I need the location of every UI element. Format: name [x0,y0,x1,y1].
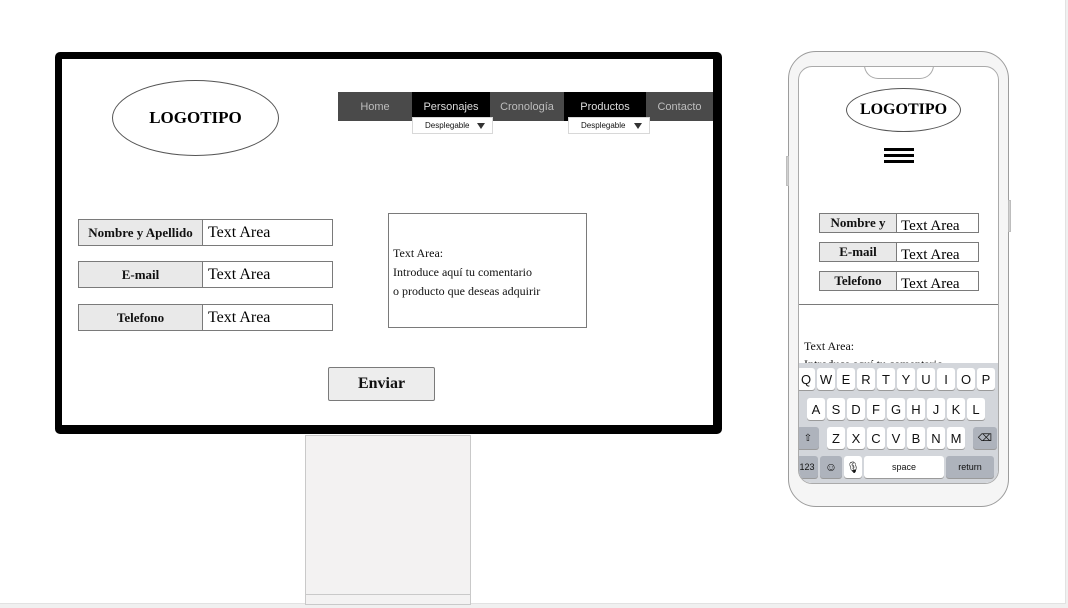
desktop-screen: LOGOTIPO Home Personajes Cronología Prod… [62,59,713,425]
key[interactable]: V [887,427,905,449]
phone-side-button [1008,200,1011,232]
mobile-screen: LOGOTIPO Nombre y Text Area E-mail Text … [798,66,999,484]
productos-dropdown[interactable]: Desplegable [568,117,650,134]
key[interactable]: H [907,398,925,420]
key[interactable]: Y [897,368,915,390]
keyboard-row: Q W E R T Y U I O P [799,368,997,390]
key[interactable]: A [807,398,825,420]
desktop-nav-bar: Home Personajes Cronología Productos Con… [338,92,713,121]
emoji-icon[interactable]: ☺ [820,456,842,478]
monitor-stand [305,435,471,605]
key[interactable]: D [847,398,865,420]
hamburger-menu-icon[interactable] [884,148,914,164]
comment-line: Text Area: [804,339,855,353]
comment-textarea[interactable]: Text Area: Introduce aquí tu comentario … [388,213,587,328]
key[interactable]: J [927,398,945,420]
personajes-dropdown[interactable]: Desplegable [412,117,493,134]
mobile-name-field[interactable]: Text Area [896,213,979,233]
key[interactable]: K [947,398,965,420]
key[interactable]: Z [827,427,845,449]
comment-line: Text Area: [393,246,444,260]
key[interactable]: C [867,427,885,449]
key[interactable]: P [977,368,995,390]
on-screen-keyboard: Q W E R T Y U I O P A S D F G H J K L ⇧ … [799,363,998,483]
mobile-email-field[interactable]: Text Area [896,242,979,262]
key[interactable]: N [927,427,945,449]
mobile-logo: LOGOTIPO [846,88,961,132]
dropdown-label: Desplegable [581,121,626,130]
key[interactable]: W [817,368,835,390]
name-field[interactable]: Text Area [202,219,333,246]
mockup-canvas: LOGOTIPO Home Personajes Cronología Prod… [0,0,1066,605]
key[interactable]: I [937,368,955,390]
submit-button[interactable]: Enviar [328,367,435,401]
phone-side-button [786,156,789,186]
name-label: Nombre y Apellido [78,219,203,246]
desktop-monitor: LOGOTIPO Home Personajes Cronología Prod… [55,52,722,434]
desktop-logo: LOGOTIPO [112,80,279,156]
return-key[interactable]: return [946,456,994,478]
mobile-phone: LOGOTIPO Nombre y Text Area E-mail Text … [786,51,1011,507]
key[interactable]: E [837,368,855,390]
numbers-key[interactable]: 123 [799,456,818,478]
mobile-phone-label: Telefono [819,271,897,291]
space-key[interactable]: space [864,456,944,478]
key[interactable]: L [967,398,985,420]
keyboard-row: ⇧ Z X C V B N M ⌫ [799,427,998,449]
key[interactable]: F [867,398,885,420]
nav-cronologia[interactable]: Cronología [490,92,564,121]
backspace-icon[interactable]: ⌫ [973,427,997,449]
phone-notch [864,67,934,79]
nav-contacto[interactable]: Contacto [646,92,713,121]
key[interactable]: T [877,368,895,390]
key[interactable]: S [827,398,845,420]
microphone-icon[interactable]: 🎙 [844,456,862,478]
mobile-phone-field[interactable]: Text Area [896,271,979,291]
email-field[interactable]: Text Area [202,261,333,288]
mobile-name-label: Nombre y [819,213,897,233]
mobile-email-label: E-mail [819,242,897,262]
shift-icon[interactable]: ⇧ [799,427,819,449]
monitor-stand-base [306,594,470,604]
phone-field[interactable]: Text Area [202,304,333,331]
comment-line: Introduce aquí tu comentario [393,265,532,279]
key[interactable]: G [887,398,905,420]
key[interactable]: Q [799,368,815,390]
key[interactable]: X [847,427,865,449]
key[interactable]: O [957,368,975,390]
key[interactable]: U [917,368,935,390]
nav-home[interactable]: Home [338,92,412,121]
key[interactable]: R [857,368,875,390]
email-label: E-mail [78,261,203,288]
keyboard-row: A S D F G H J K L [807,398,987,420]
keyboard-row: 123 ☺ 🎙 space return [799,456,996,478]
comment-line: o producto que deseas adquirir [393,284,541,298]
key[interactable]: B [907,427,925,449]
chevron-down-icon [477,123,485,129]
phone-label: Telefono [78,304,203,331]
chevron-down-icon [634,123,642,129]
key[interactable]: M [947,427,965,449]
dropdown-label: Desplegable [425,121,470,130]
